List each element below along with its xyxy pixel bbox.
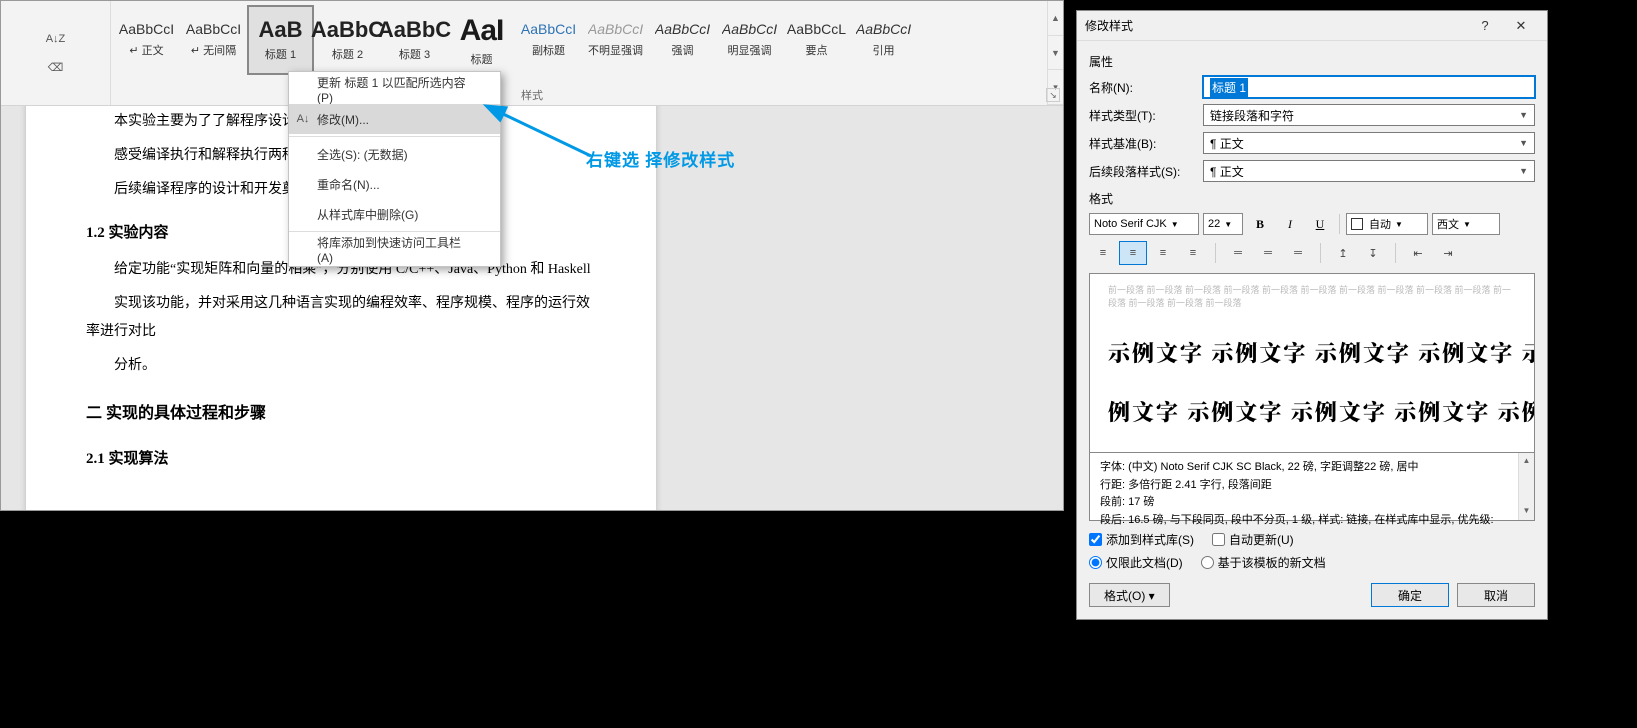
- style-gallery-item[interactable]: AaBbCcI强调: [649, 5, 716, 75]
- properties-section-label: 属性: [1089, 53, 1535, 70]
- preview-prev-paragraph: 前一段落 前一段落 前一段落 前一段落 前一段落 前一段落 前一段落 前一段落 …: [1108, 284, 1516, 309]
- close-button[interactable]: ✕: [1503, 12, 1539, 40]
- add-to-gallery-checkbox[interactable]: 添加到样式库(S): [1089, 531, 1194, 548]
- style-gallery: AaBbCcI↵ 正文AaBbCcI↵ 无间隔AaB标题 1AaBbC标题 2A…: [111, 1, 1047, 105]
- align-right-icon[interactable]: ≡: [1149, 241, 1177, 265]
- line-spacing-15-icon[interactable]: ═: [1254, 241, 1282, 265]
- chevron-down-icon: ▼: [1512, 138, 1528, 148]
- style-gallery-item[interactable]: AaB标题 1: [247, 5, 314, 75]
- style-type-label: 样式类型(T):: [1089, 107, 1193, 124]
- ribbon: A↓Z ⌫ AaBbCcI↵ 正文AaBbCcI↵ 无间隔AaB标题 1AaBb…: [1, 1, 1063, 106]
- font-color-select[interactable]: 自动▼: [1346, 213, 1428, 235]
- template-based-radio[interactable]: 基于该模板的新文档: [1201, 554, 1326, 571]
- ok-button[interactable]: 确定: [1371, 583, 1449, 607]
- style-gallery-item[interactable]: AaBbCcI引用: [850, 5, 917, 75]
- align-center-icon[interactable]: ≡: [1119, 241, 1147, 265]
- following-style-select[interactable]: ¶ 正文▼: [1203, 160, 1535, 182]
- font-toolbar: Noto Serif CJK▼ 22▼ B I U 自动▼ 西文▼: [1089, 213, 1535, 235]
- style-gallery-item[interactable]: AaBbC标题 2: [314, 5, 381, 75]
- cancel-button[interactable]: 取消: [1457, 583, 1535, 607]
- context-menu-item[interactable]: 将库添加到快速访问工具栏(A): [289, 234, 500, 264]
- doc-paragraph: 分析。: [86, 352, 596, 380]
- line-spacing-2-icon[interactable]: ═: [1284, 241, 1312, 265]
- context-menu-item[interactable]: 从样式库中删除(G): [289, 199, 500, 229]
- bold-button[interactable]: B: [1247, 213, 1273, 235]
- format-section-label: 格式: [1089, 190, 1535, 207]
- style-description: 字体: (中文) Noto Serif CJK SC Black, 22 磅, …: [1089, 453, 1535, 521]
- context-menu-item[interactable]: A↓修改(M)...: [289, 104, 500, 134]
- preview-sample-text: 例文字 示例文字 示例文字 示例文字 示例: [1108, 396, 1516, 427]
- preview-sample-text: 示例文字 示例文字 示例文字 示例文字 示: [1108, 337, 1516, 368]
- align-left-icon[interactable]: ≡: [1089, 241, 1117, 265]
- space-before-dec-icon[interactable]: ↧: [1359, 241, 1387, 265]
- description-scrollbar[interactable]: ▲▼: [1518, 453, 1534, 520]
- font-size-select[interactable]: 22▼: [1203, 213, 1243, 235]
- style-gallery-item[interactable]: AaBbCcI不明显强调: [582, 5, 649, 75]
- word-window: A↓Z ⌫ AaBbCcI↵ 正文AaBbCcI↵ 无间隔AaB标题 1AaBb…: [0, 0, 1064, 511]
- style-gallery-item[interactable]: AaBbCcI副标题: [515, 5, 582, 75]
- style-gallery-item[interactable]: AaBbCcI明显强调: [716, 5, 783, 75]
- gallery-down-icon[interactable]: ▼: [1048, 36, 1063, 71]
- space-before-inc-icon[interactable]: ↥: [1329, 241, 1357, 265]
- auto-update-checkbox[interactable]: 自动更新(U): [1212, 531, 1294, 548]
- clear-format-icon[interactable]: ⌫: [41, 55, 71, 79]
- modify-style-dialog: 修改样式 ? ✕ 属性 名称(N): 标题 1 样式类型(T): 链接段落和字符…: [1076, 10, 1548, 620]
- chevron-down-icon: ▼: [1512, 166, 1528, 176]
- name-label: 名称(N):: [1089, 79, 1193, 96]
- italic-button[interactable]: I: [1277, 213, 1303, 235]
- chevron-down-icon: ▼: [1512, 110, 1528, 120]
- style-gallery-item[interactable]: AaI标题: [448, 5, 515, 75]
- style-preview: 前一段落 前一段落 前一段落 前一段落 前一段落 前一段落 前一段落 前一段落 …: [1089, 273, 1535, 453]
- only-this-doc-radio[interactable]: 仅限此文档(D): [1089, 554, 1183, 571]
- format-menu-button[interactable]: 格式(O) ▾: [1089, 583, 1170, 607]
- document-area: 本实验主要为了了解程序设计语言的 ... 特点， 感受编译执行和解释执行两种不同…: [1, 106, 1063, 510]
- indent-dec-icon[interactable]: ⇤: [1404, 241, 1432, 265]
- paragraph-toolbar: ≡ ≡ ≡ ≡ ═ ═ ═ ↥ ↧ ⇤ ⇥: [1089, 241, 1535, 265]
- doc-heading-21: 2.1 实现算法: [86, 444, 596, 474]
- style-context-menu: 更新 标题 1 以匹配所选内容(P)A↓修改(M)... 全选(S): (无数据)…: [288, 71, 501, 267]
- help-button[interactable]: ?: [1467, 12, 1503, 40]
- context-menu-item[interactable]: 更新 标题 1 以匹配所选内容(P): [289, 74, 500, 104]
- annotation-text: 右键选 择修改样式: [586, 146, 735, 171]
- indent-inc-icon[interactable]: ⇥: [1434, 241, 1462, 265]
- style-gallery-item[interactable]: AaBbCcI↵ 无间隔: [180, 5, 247, 75]
- context-menu-item[interactable]: 全选(S): (无数据): [289, 139, 500, 169]
- ribbon-left-section: A↓Z ⌫: [1, 1, 111, 105]
- dialog-title: 修改样式: [1085, 17, 1133, 34]
- style-gallery-item[interactable]: AaBbC标题 3: [381, 5, 448, 75]
- doc-paragraph: 实现该功能，并对采用这几种语言实现的编程效率、程序规模、程序的运行效率进行对比: [86, 290, 596, 346]
- dialog-titlebar: 修改样式 ? ✕: [1077, 11, 1547, 41]
- based-on-select[interactable]: ¶ 正文▼: [1203, 132, 1535, 154]
- based-on-label: 样式基准(B):: [1089, 135, 1193, 152]
- line-spacing-1-icon[interactable]: ═: [1224, 241, 1252, 265]
- styles-dialog-launcher-icon[interactable]: ↘: [1046, 88, 1060, 102]
- name-input[interactable]: 标题 1: [1203, 76, 1535, 98]
- doc-heading-2: 二 实现的具体过程和步骤: [86, 398, 596, 430]
- following-style-label: 后续段落样式(S):: [1089, 163, 1193, 180]
- context-menu-item[interactable]: 重命名(N)...: [289, 169, 500, 199]
- underline-button[interactable]: U: [1307, 213, 1333, 235]
- sort-az-icon[interactable]: A↓Z: [41, 27, 71, 51]
- align-justify-icon[interactable]: ≡: [1179, 241, 1207, 265]
- script-select[interactable]: 西文▼: [1432, 213, 1500, 235]
- style-gallery-item[interactable]: AaBbCcL要点: [783, 5, 850, 75]
- style-type-select[interactable]: 链接段落和字符▼: [1203, 104, 1535, 126]
- style-gallery-item[interactable]: AaBbCcI↵ 正文: [113, 5, 180, 75]
- ribbon-group-label: 样式: [521, 87, 543, 103]
- gallery-up-icon[interactable]: ▲: [1048, 1, 1063, 36]
- font-name-select[interactable]: Noto Serif CJK▼: [1089, 213, 1199, 235]
